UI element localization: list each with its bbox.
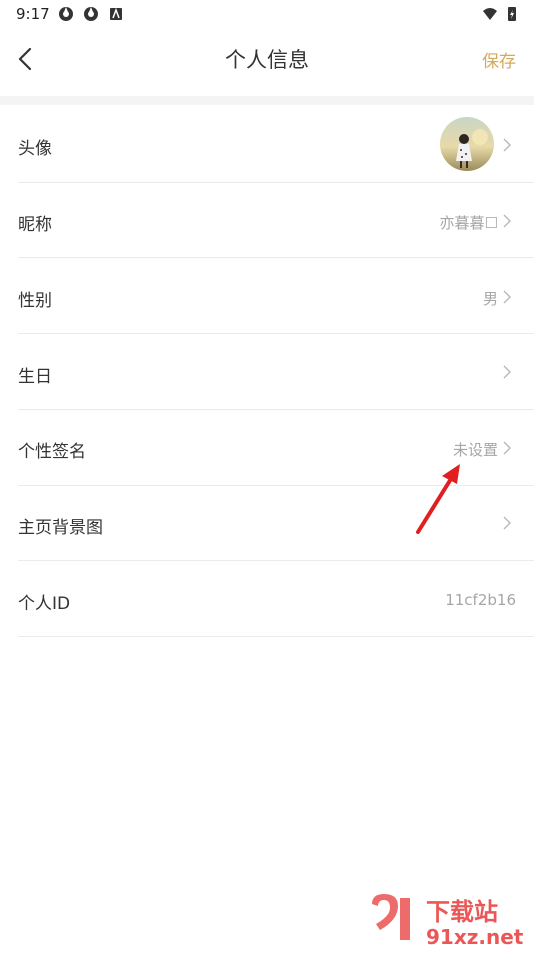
battery-icon <box>508 7 516 21</box>
watermark-bottom-text: 91xz.net <box>426 925 524 949</box>
watermark: 下载站 91xz.net <box>364 890 534 950</box>
row-value: 男 <box>482 290 498 308</box>
chevron-right-icon <box>503 365 511 379</box>
app-notification-icon <box>84 7 98 21</box>
chevron-right-icon <box>503 138 511 152</box>
chevron-right-icon <box>503 516 511 530</box>
save-button[interactable]: 保存 <box>482 47 516 72</box>
row-value: 11cf2b16 <box>445 591 516 609</box>
avatar-image <box>440 117 494 171</box>
row-label: 昵称 <box>18 215 52 235</box>
row-birthday[interactable]: 生日 <box>18 334 534 410</box>
row-gender[interactable]: 性别 男 <box>18 258 534 334</box>
row-label: 个性签名 <box>18 442 86 462</box>
avatar[interactable] <box>440 117 494 171</box>
chevron-right-icon <box>503 441 511 455</box>
row-nickname[interactable]: 昵称 亦暮暮☐ <box>18 183 534 258</box>
page-title: 个人信息 <box>225 48 309 72</box>
status-time: 9:17 <box>16 5 50 23</box>
row-label: 个人ID <box>18 594 71 614</box>
row-label: 生日 <box>18 367 52 387</box>
font-notification-icon <box>110 7 122 20</box>
annotation-arrow-icon <box>416 464 460 534</box>
chevron-right-icon <box>503 290 511 304</box>
row-personal-id: 个人ID 11cf2b16 <box>18 561 534 637</box>
app-notification-icon <box>59 7 73 21</box>
row-value: 未设置 <box>452 441 498 459</box>
row-label: 性别 <box>18 291 52 311</box>
app-bar: 个人信息 保存 <box>0 30 534 90</box>
watermark-top-text: 下载站 <box>426 898 498 926</box>
section-divider <box>0 96 534 105</box>
row-label: 头像 <box>18 139 52 159</box>
status-bar: 9:17 <box>0 0 534 28</box>
row-label: 主页背景图 <box>18 518 103 538</box>
row-avatar[interactable]: 头像 <box>18 107 534 183</box>
chevron-right-icon <box>503 214 511 228</box>
row-value: 亦暮暮☐ <box>439 214 498 232</box>
watermark-logo-icon: 下载站 91xz.net <box>372 894 524 949</box>
wifi-icon <box>483 8 497 20</box>
